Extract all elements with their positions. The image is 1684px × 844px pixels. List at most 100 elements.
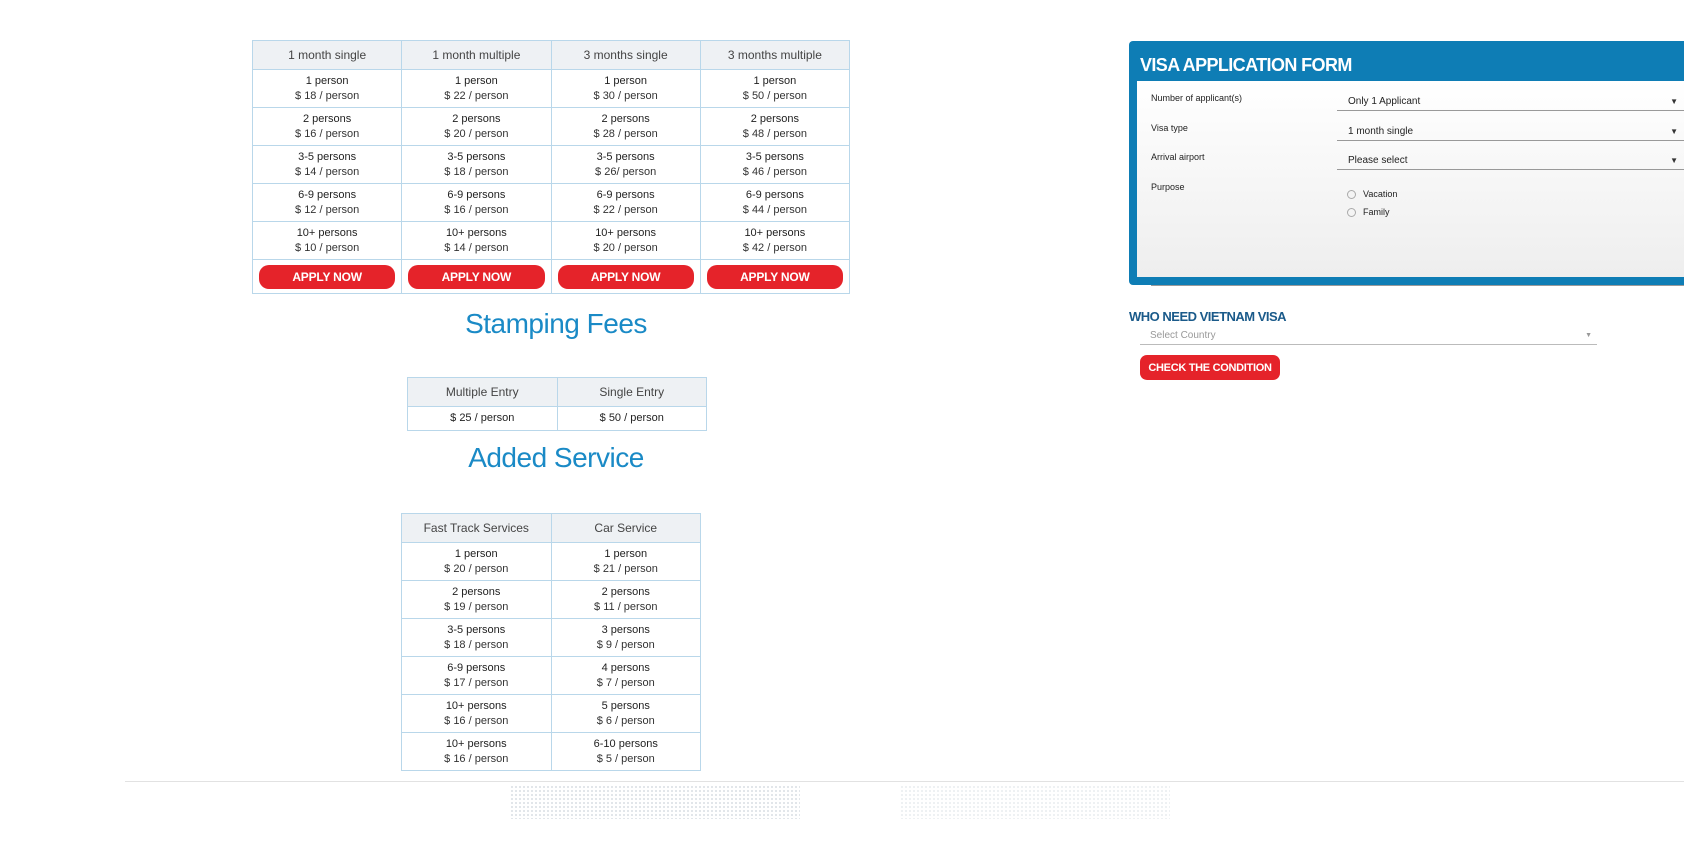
price-per-person: $ 16 / person	[444, 203, 509, 216]
group-size: 3 persons	[601, 623, 650, 636]
airport-select[interactable]: Please select ▼	[1337, 152, 1684, 170]
group-size: 1 person	[604, 547, 648, 560]
price-per-person: $ 16 / person	[295, 127, 360, 140]
visa-type-select[interactable]: 1 month single ▼	[1337, 123, 1684, 141]
stamping-header-row: Multiple Entry Single Entry	[407, 377, 707, 407]
added-service-header-row: Fast Track Services Car Service	[401, 513, 701, 543]
apply-now-button-3-months-multiple[interactable]: APPLY NOW	[706, 264, 843, 289]
group-size: 5 persons	[601, 699, 650, 712]
price-per-person: $ 20 / person	[444, 562, 509, 575]
price-cell: 10+ persons $ 10 / person	[251, 221, 403, 260]
chevron-down-icon: ▼	[1670, 156, 1678, 165]
price-per-person: $ 18 / person	[444, 638, 509, 651]
apply-row: APPLY NOW APPLY NOW APPLY NOW APPLY NOW	[251, 259, 851, 294]
table-row: 1 person $ 20 / person 1 person $ 21 / pers…	[401, 542, 701, 581]
chevron-down-icon: ▼	[1585, 332, 1592, 339]
price-cell: 3-5 persons $ 18 / person	[401, 618, 552, 657]
radio-button-icon[interactable]	[1347, 189, 1356, 199]
price-cell: 1 person $ 50 / person	[699, 69, 851, 108]
applicants-label: Number of applicant(s)	[1151, 93, 1243, 103]
group-size: 1 person	[604, 74, 648, 87]
price-per-person: $ 19 / person	[444, 600, 509, 613]
radio-button-icon[interactable]	[1347, 207, 1356, 217]
visa-type-select-value: 1 month single	[1348, 126, 1414, 137]
col-header-fast-track: Fast Track Services	[401, 513, 552, 543]
price-per-person: $ 28 / person	[593, 127, 658, 140]
group-size: 10+ persons	[445, 226, 507, 239]
group-size: 1 person	[305, 74, 349, 87]
price-per-person: $ 44 / person	[742, 203, 807, 216]
form-body: Number of applicant(s) Only 1 Applicant …	[1137, 81, 1684, 286]
group-size: 2 persons	[452, 112, 501, 125]
group-size: 4 persons	[601, 661, 650, 674]
price-per-person: $ 30 / person	[593, 89, 658, 102]
price-per-person: $ 7 / person	[596, 676, 655, 689]
price-per-person: $ 18 / person	[295, 89, 360, 102]
single-entry-price: $ 50 / person	[556, 406, 707, 431]
price-cell: 3 persons $ 9 / person	[550, 618, 701, 657]
applicants-select-value: Only 1 Applicant	[1348, 96, 1421, 107]
price-per-person: $ 6 / person	[596, 714, 655, 727]
price-cell: 2 persons $ 28 / person	[550, 107, 701, 146]
price-cell: 1 person $ 20 / person	[401, 542, 552, 581]
table-row: 10+ persons $ 10 / person 10+ persons $ 14 …	[251, 221, 851, 260]
table-row: 10+ persons $ 16 / person 6-10 persons $ 5 …	[401, 732, 701, 771]
price-cell: 6-10 persons $ 5 / person	[550, 732, 701, 771]
price-per-person: $ 14 / person	[295, 165, 360, 178]
price-cell: 1 person $ 18 / person	[251, 69, 403, 108]
stamping-fees-table: Multiple Entry Single Entry $ 25 / perso…	[407, 377, 707, 431]
table-row: 2 persons $ 19 / person 2 persons $ 11 / pe…	[401, 580, 701, 619]
group-size: 6-9 persons	[298, 188, 357, 201]
price-per-person: $ 10 / person	[295, 241, 360, 254]
price-cell: 2 persons $ 48 / person	[699, 107, 851, 146]
col-header-multiple-entry: Multiple Entry	[407, 377, 558, 407]
price-per-person: $ 26/ person	[595, 165, 657, 178]
group-size: 3-5 persons	[447, 623, 506, 636]
group-size: 10+ persons	[445, 737, 507, 750]
price-per-person: $ 21 / person	[593, 562, 658, 575]
price-cell: 3-5 persons $ 46 / person	[699, 145, 851, 184]
chevron-down-icon: ▼	[1670, 127, 1678, 136]
price-per-person: $ 18 / person	[444, 165, 509, 178]
price-cell: 2 persons $ 11 / person	[550, 580, 701, 619]
col-header-car-service: Car Service	[550, 513, 701, 543]
group-size: 2 persons	[750, 112, 800, 125]
table-row: 3-5 persons $ 14 / person 3-5 persons $ 18 …	[251, 145, 851, 184]
country-select[interactable]: Select Country ▼	[1140, 328, 1597, 345]
price-per-person: $ 22 / person	[593, 203, 658, 216]
price-cell: 2 persons $ 16 / person	[251, 107, 403, 146]
price-cell: 2 persons $ 19 / person	[401, 580, 552, 619]
price-cell: 3-5 persons $ 14 / person	[251, 145, 403, 184]
price-cell: 4 persons $ 7 / person	[550, 656, 701, 695]
form-title: VISA APPLICATION FORM	[1140, 55, 1352, 75]
group-size: 6-10 persons	[593, 737, 658, 750]
applicants-select[interactable]: Only 1 Applicant ▼	[1337, 93, 1684, 111]
group-size: 2 persons	[601, 112, 650, 125]
apply-now-button-3-months-single[interactable]: APPLY NOW	[557, 264, 694, 289]
who-need-visa-title: WHO NEED VIETNAM VISA	[1129, 309, 1287, 324]
chevron-down-icon: ▼	[1670, 97, 1678, 106]
group-size: 3-5 persons	[745, 150, 804, 163]
group-size: 2 persons	[302, 112, 352, 125]
price-cell: 1 person $ 30 / person	[550, 69, 701, 108]
purpose-option-label: Family	[1363, 207, 1390, 217]
airport-label: Arrival airport	[1151, 152, 1205, 162]
stamping-fees-title: Stamping Fees	[465, 308, 647, 339]
purpose-option-family[interactable]: Family	[1347, 207, 1390, 217]
purpose-label: Purpose	[1151, 182, 1185, 192]
price-cell: 1 person $ 22 / person	[401, 69, 552, 108]
price-per-person: $ 20 / person	[444, 127, 509, 140]
group-size: 6-9 persons	[596, 188, 655, 201]
table-row: $ 25 / person $ 50 / person	[407, 406, 707, 431]
form-divider	[1151, 285, 1684, 286]
purpose-option-vacation[interactable]: Vacation	[1347, 189, 1397, 199]
price-per-person: $ 22 / person	[444, 89, 509, 102]
added-service-table: Fast Track Services Car Service 1 person…	[401, 513, 701, 771]
group-size: 10+ persons	[445, 699, 507, 712]
price-per-person: $ 48 / person	[742, 127, 807, 140]
group-size: 6-9 persons	[447, 661, 506, 674]
apply-now-button-1-month-multiple[interactable]: APPLY NOW	[408, 264, 545, 289]
price-per-person: $ 50 / person	[742, 89, 807, 102]
check-condition-button[interactable]: CHECK THE CONDITION	[1140, 355, 1280, 380]
apply-now-button-1-month-single[interactable]: APPLY NOW	[259, 264, 396, 289]
